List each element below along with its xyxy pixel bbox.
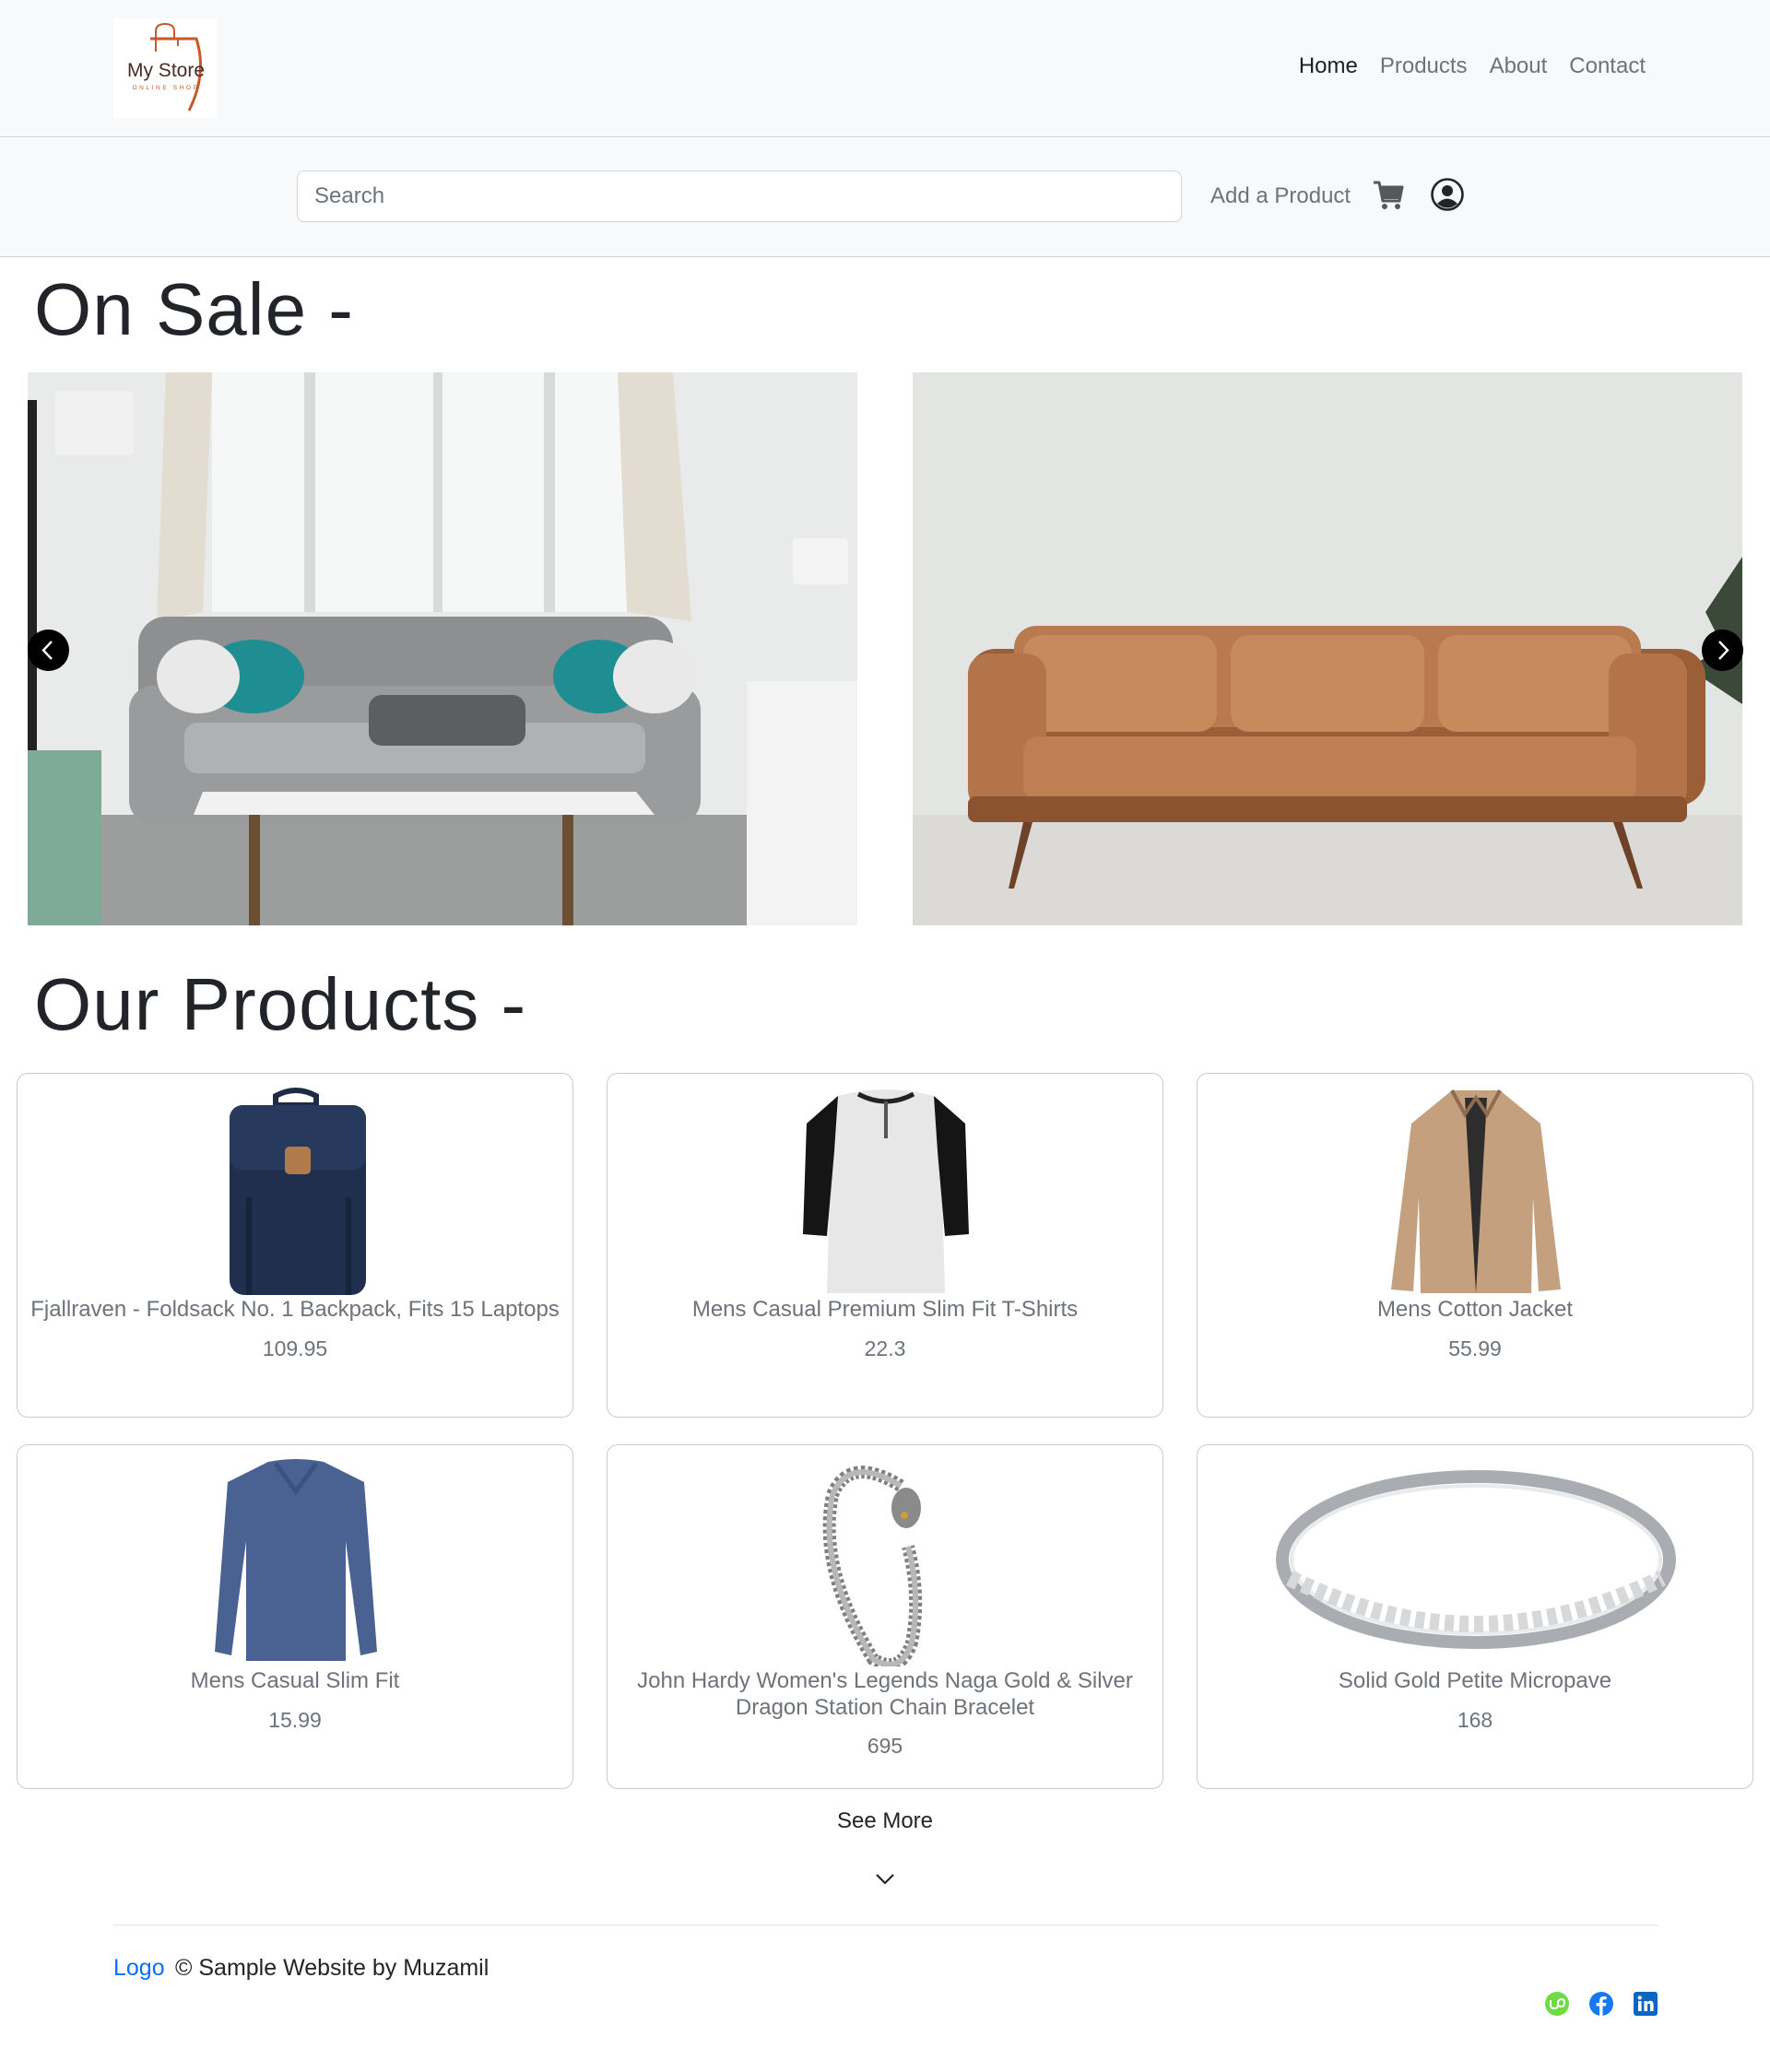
product-price: 22.3 xyxy=(864,1336,906,1360)
chevron-right-icon xyxy=(1718,641,1729,660)
product-card[interactable]: Mens Cotton Jacket 55.99 xyxy=(1197,1073,1753,1418)
search-bar: Add a Product xyxy=(0,138,1770,257)
product-name: Fjallraven - Foldsack No. 1 Backpack, Fi… xyxy=(30,1297,560,1322)
grey-sofa-image xyxy=(28,372,857,925)
jacket-image xyxy=(1391,1089,1561,1293)
on-sale-title: On Sale - xyxy=(34,268,354,350)
product-card[interactable]: John Hardy Women's Legends Naga Gold & S… xyxy=(607,1444,1163,1789)
product-price: 55.99 xyxy=(1448,1336,1502,1360)
product-card[interactable]: Mens Casual Slim Fit 15.99 xyxy=(17,1444,573,1789)
facebook-icon[interactable] xyxy=(1588,1991,1614,2017)
product-name: Mens Casual Slim Fit xyxy=(190,1668,400,1693)
product-card[interactable]: Mens Casual Premium Slim Fit T-Shirts 22… xyxy=(607,1073,1163,1418)
search-input[interactable] xyxy=(297,171,1182,222)
sale-slide-grey-sofa[interactable] xyxy=(28,372,857,925)
backpack-image xyxy=(230,1088,366,1295)
product-price: 109.95 xyxy=(262,1336,328,1360)
long-sleeve-tee-image xyxy=(215,1459,377,1661)
product-price: 15.99 xyxy=(268,1708,322,1732)
product-name: Mens Casual Premium Slim Fit T-Shirts xyxy=(691,1297,1079,1322)
product-price: 695 xyxy=(867,1734,903,1758)
product-card[interactable]: Solid Gold Petite Micropave 168 xyxy=(1197,1444,1753,1789)
product-name: Solid Gold Petite Micropave xyxy=(1338,1668,1612,1693)
main-nav: Home Products About Contact xyxy=(1299,53,1646,79)
brand-tagline: ONLINE SHOP xyxy=(132,85,200,91)
leather-sofa-image xyxy=(913,372,1742,925)
carousel-prev-button[interactable] xyxy=(28,630,69,671)
product-card[interactable]: Fjallraven - Foldsack No. 1 Backpack, Fi… xyxy=(17,1073,573,1418)
user-circle-icon[interactable] xyxy=(1430,177,1465,212)
brand-logo[interactable]: My Store ONLINE SHOP xyxy=(113,18,218,118)
nav-contact[interactable]: Contact xyxy=(1569,53,1646,79)
product-price: 168 xyxy=(1457,1708,1493,1732)
bracelet-image xyxy=(822,1466,923,1666)
product-name: John Hardy Women's Legends Naga Gold & S… xyxy=(637,1668,1133,1720)
sale-carousel xyxy=(28,372,1744,925)
tshirt-image xyxy=(803,1089,969,1293)
upwork-icon[interactable] xyxy=(1544,1991,1570,2017)
shopping-cart-icon[interactable] xyxy=(1372,179,1405,212)
chevron-left-icon xyxy=(41,641,53,660)
add-product-link[interactable]: Add a Product xyxy=(1210,183,1351,209)
top-navbar: My Store ONLINE SHOP Home Products About… xyxy=(0,0,1770,137)
nav-products[interactable]: Products xyxy=(1380,53,1468,79)
brand-name: My Store xyxy=(126,60,206,81)
footer-copyright: © Sample Website by Muzamil xyxy=(175,1955,490,1981)
carousel-next-button[interactable] xyxy=(1702,630,1743,671)
ring-image xyxy=(1276,1470,1676,1649)
sale-slide-leather-sofa[interactable] xyxy=(913,372,1742,925)
nav-about[interactable]: About xyxy=(1490,53,1548,79)
chevron-down-icon[interactable] xyxy=(873,1867,897,1891)
linkedin-icon[interactable] xyxy=(1633,1991,1658,2017)
footer-logo-link[interactable]: Logo xyxy=(113,1955,165,1982)
product-name: Mens Cotton Jacket xyxy=(1376,1297,1574,1322)
see-more-button[interactable]: See More xyxy=(793,1808,977,1834)
our-products-title: Our Products - xyxy=(34,963,527,1045)
nav-home[interactable]: Home xyxy=(1299,53,1358,79)
